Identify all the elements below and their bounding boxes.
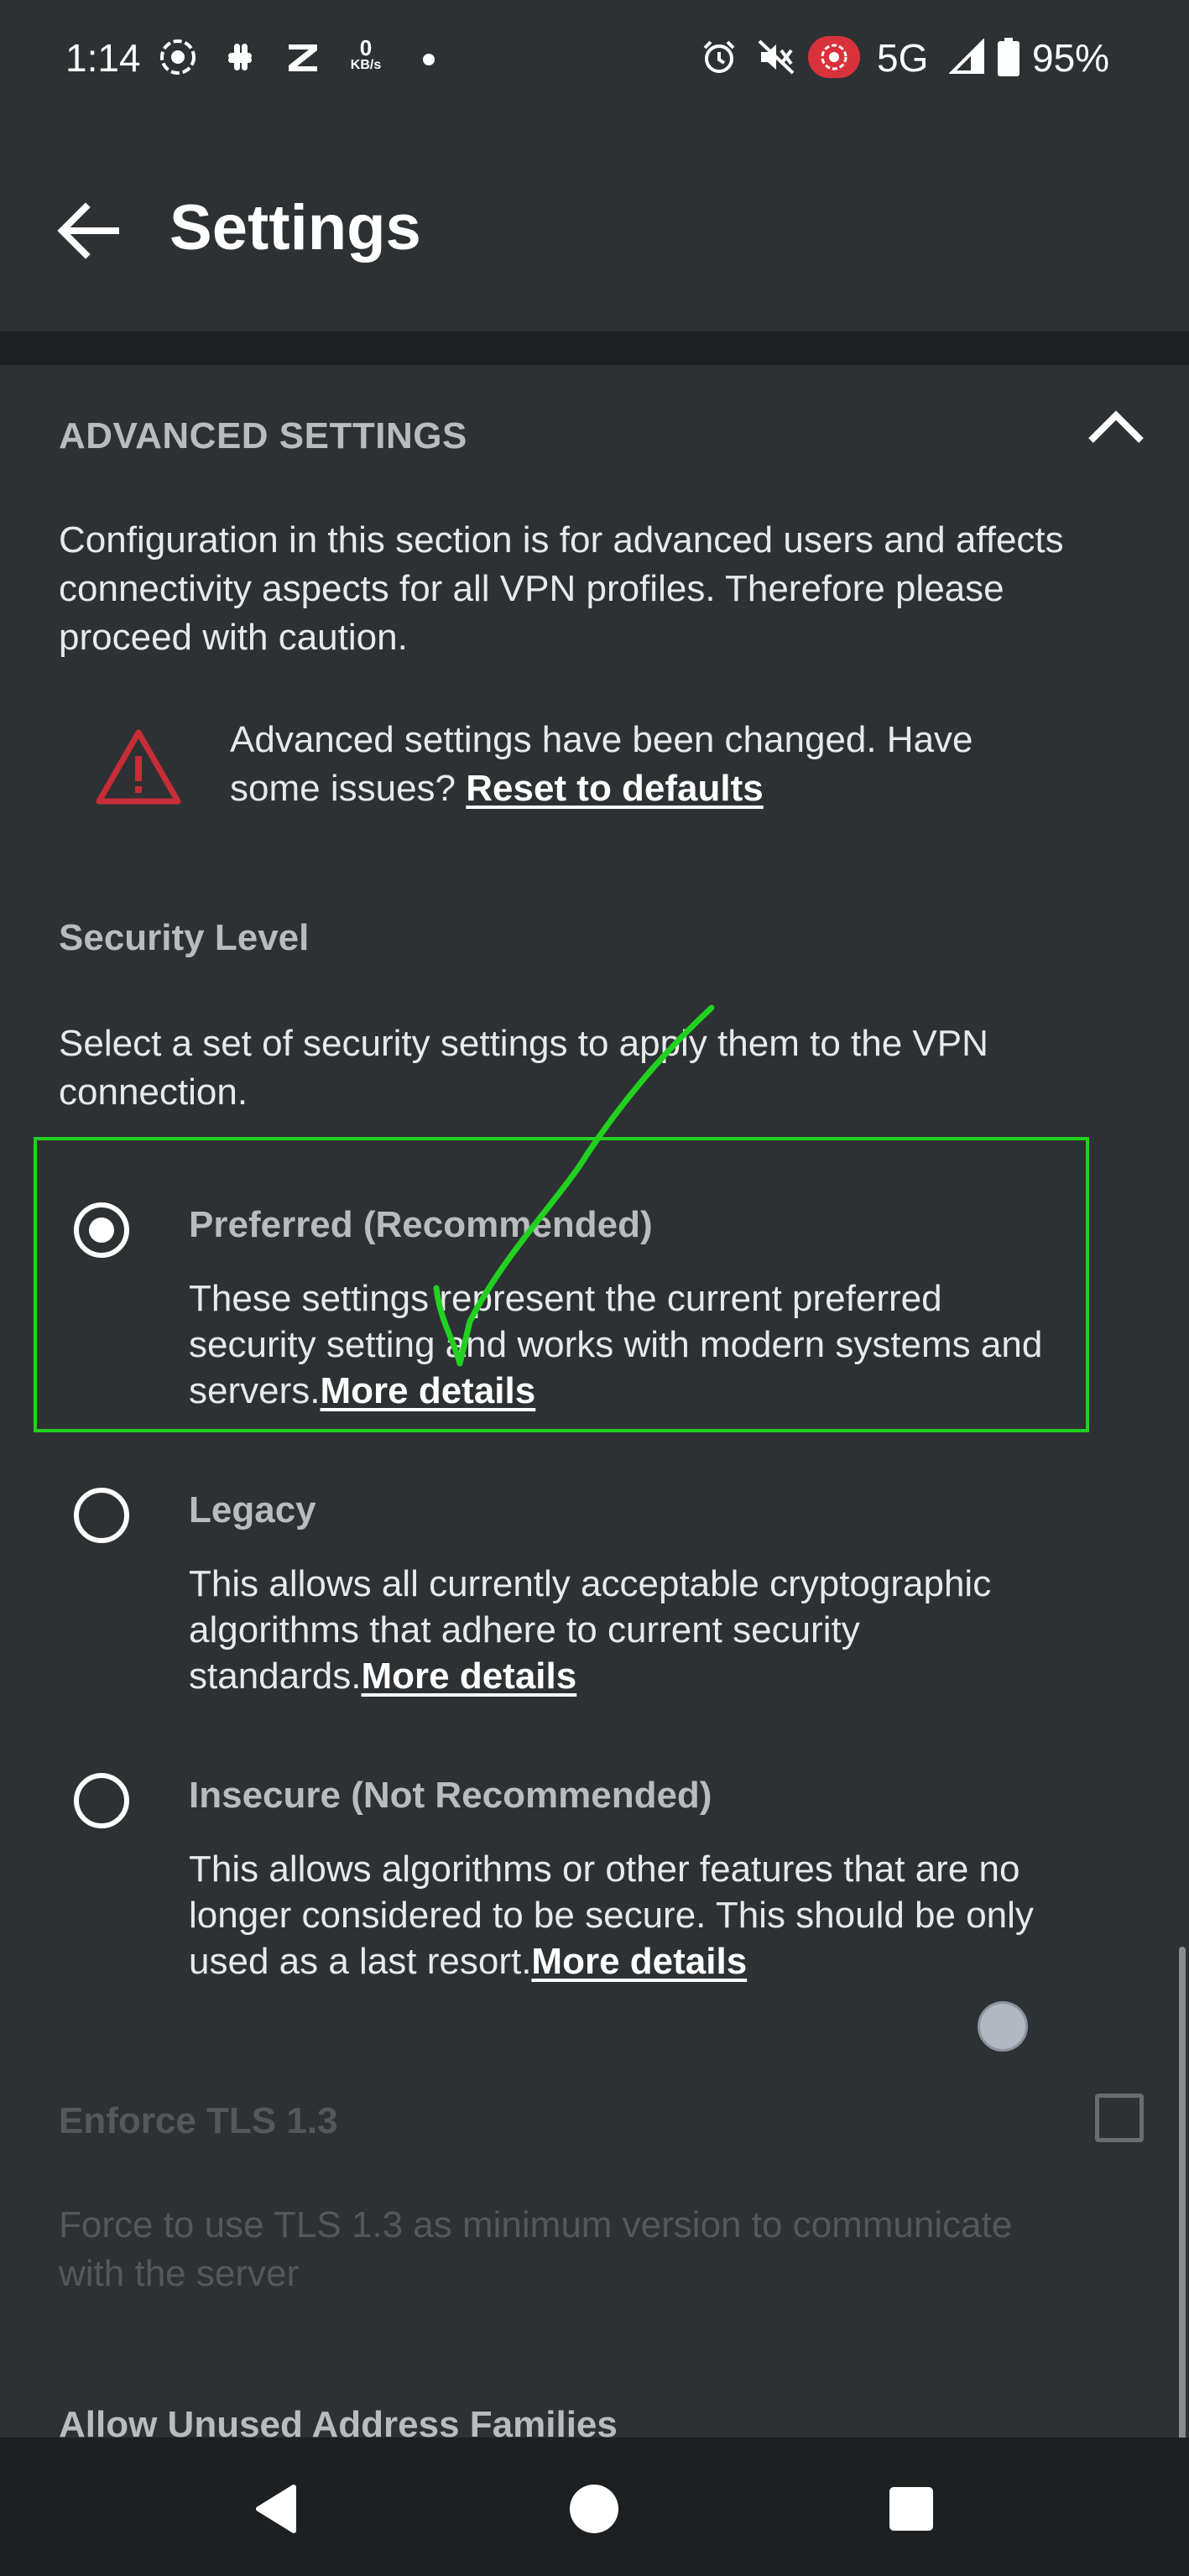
collapse-button[interactable] xyxy=(1082,403,1150,453)
settings-content[interactable]: ADVANCED SETTINGS Configuration in this … xyxy=(0,365,1189,2438)
battery-icon xyxy=(993,37,1024,77)
more-details-link[interactable]: More details xyxy=(320,1370,535,1411)
app-bar: Settings xyxy=(0,117,1189,331)
mute-icon xyxy=(754,37,799,77)
network-type: 5G xyxy=(877,36,929,80)
nav-home-button[interactable] xyxy=(561,2475,628,2542)
enforce-tls-checkbox[interactable] xyxy=(1095,2094,1144,2142)
nav-recents-button[interactable] xyxy=(878,2475,945,2542)
enforce-tls-title: Enforce TLS 1.3 xyxy=(59,2100,338,2141)
scrollbar[interactable] xyxy=(1179,1947,1186,2438)
navigation-bar xyxy=(0,2438,1189,2576)
status-time: 1:14 xyxy=(65,36,141,80)
advanced-description: Configuration in this section is for adv… xyxy=(59,519,1064,658)
slack-icon xyxy=(220,37,260,77)
radio-button[interactable] xyxy=(74,1773,129,1828)
option-label: Preferred (Recommended) xyxy=(189,1204,653,1245)
circle-home-icon xyxy=(570,2485,618,2533)
screen-record-icon xyxy=(158,37,198,77)
option-description: This allows all currently acceptable cry… xyxy=(189,1561,1070,1699)
page-title: Settings xyxy=(169,192,421,263)
option-description-text: This allows all currently acceptable cry… xyxy=(189,1563,992,1697)
back-button[interactable] xyxy=(50,193,126,269)
chevron-up-icon xyxy=(1088,410,1144,443)
section-title-advanced: ADVANCED SETTINGS xyxy=(59,415,467,456)
option-description: These settings represent the current pre… xyxy=(189,1275,1070,1414)
battery-percentage: 95% xyxy=(1032,36,1110,80)
security-level-title: Security Level xyxy=(59,917,310,958)
network-speed: 0 KB/s xyxy=(350,35,382,72)
security-option-preferred[interactable]: Preferred (Recommended) These settings r… xyxy=(34,1162,1091,1431)
radio-button-selected[interactable] xyxy=(74,1202,129,1258)
more-details-link[interactable]: More details xyxy=(531,1941,747,1982)
z-app-icon xyxy=(282,37,324,77)
security-option-insecure[interactable]: Insecure (Not Recommended) This allows a… xyxy=(34,1733,1091,2001)
square-recents-icon xyxy=(889,2487,933,2531)
arrow-left-icon xyxy=(57,202,119,259)
reset-to-defaults-link[interactable]: Reset to defaults xyxy=(466,768,764,809)
touch-indicator xyxy=(978,2001,1028,2052)
security-option-legacy[interactable]: Legacy This allows all currently accepta… xyxy=(34,1447,1091,1716)
notification-dot xyxy=(423,54,435,65)
option-label: Legacy xyxy=(189,1489,316,1530)
security-level-description: Select a set of security settings to app… xyxy=(59,1023,988,1113)
radio-button[interactable] xyxy=(74,1488,129,1543)
more-details-link[interactable]: More details xyxy=(361,1656,576,1697)
alarm-icon xyxy=(698,37,740,77)
option-description-text: These settings represent the current pre… xyxy=(189,1278,1043,1411)
status-bar: 1:14 0 KB/s 5G 95% xyxy=(0,0,1189,117)
divider xyxy=(0,331,1189,365)
nav-back-button[interactable] xyxy=(242,2475,309,2542)
triangle-back-icon xyxy=(256,2485,296,2533)
allow-unused-address-families-title: Allow Unused Address Families xyxy=(59,2404,618,2438)
warning-message: Advanced settings have been changed. Hav… xyxy=(230,716,1069,813)
recording-indicator-icon xyxy=(807,36,861,78)
option-description: This allows algorithms or other features… xyxy=(189,1846,1070,1984)
option-label: Insecure (Not Recommended) xyxy=(189,1775,712,1816)
enforce-tls-description: Force to use TLS 1.3 as minimum version … xyxy=(59,2204,1013,2294)
warning-triangle-icon xyxy=(92,726,185,810)
signal-icon xyxy=(947,37,988,77)
